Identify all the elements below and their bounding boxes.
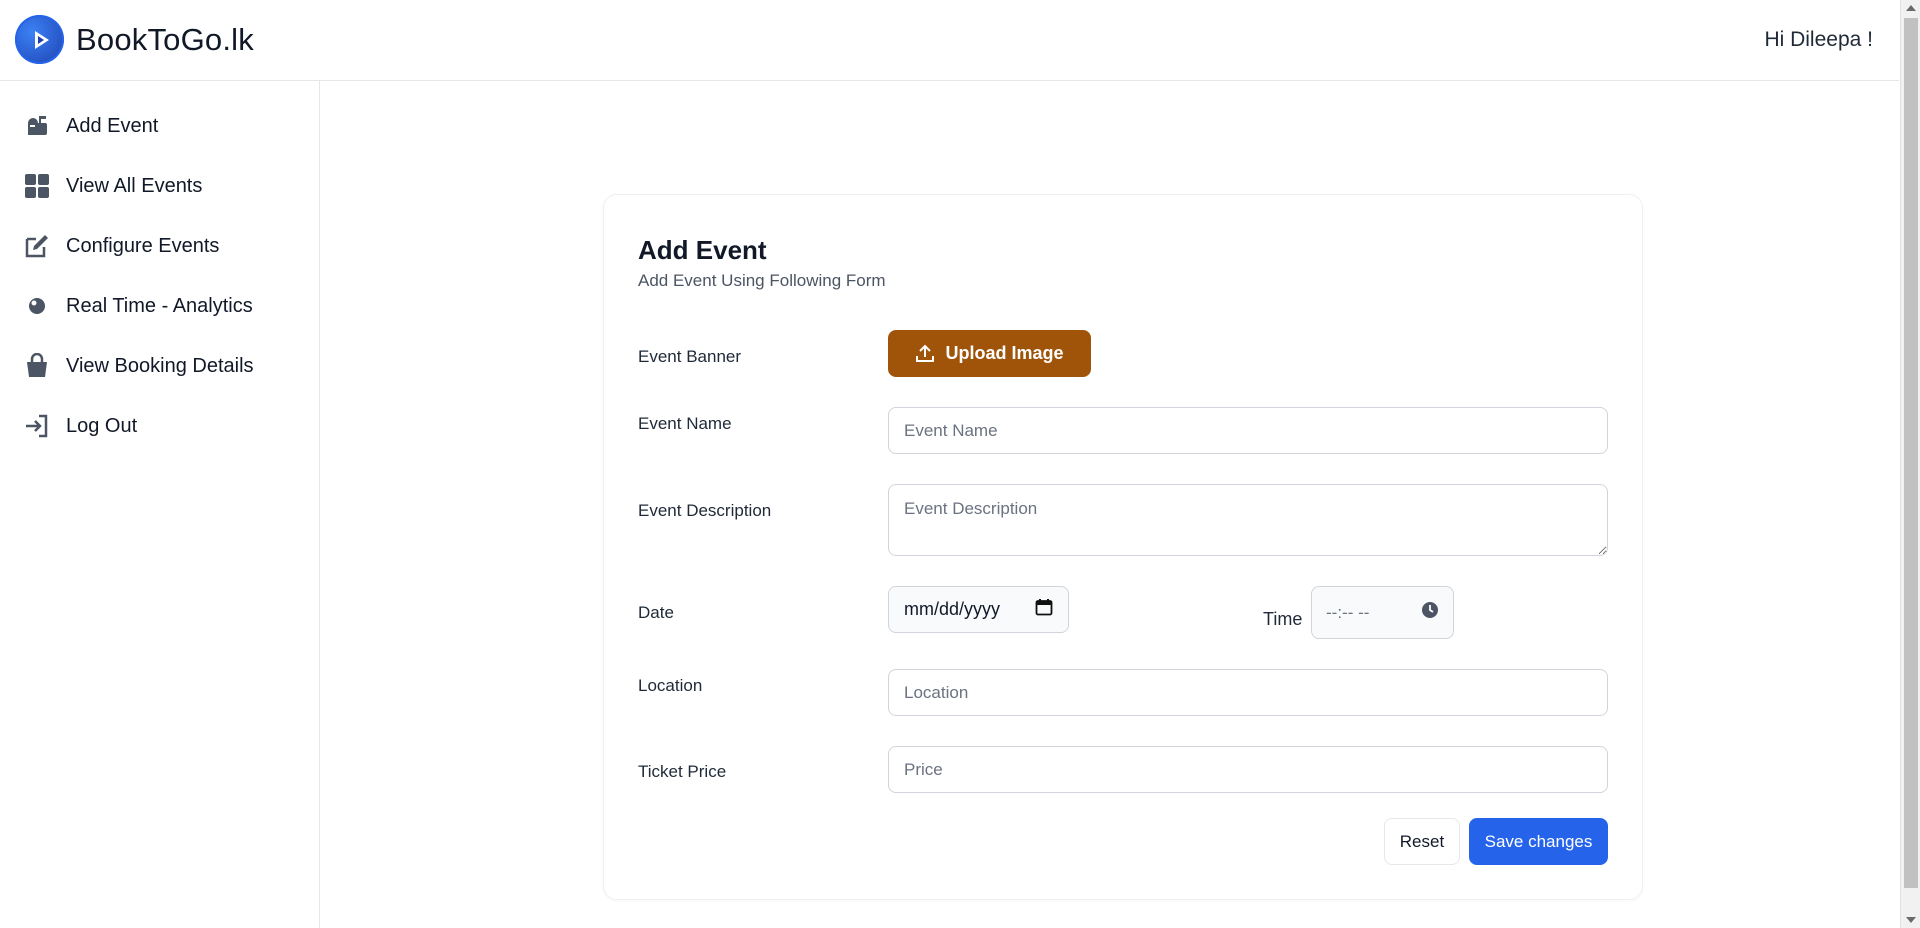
sidebar: Add Event View All Events Configure Even…	[0, 81, 320, 928]
time-value: --:-- --	[1326, 602, 1370, 622]
analytics-icon	[24, 293, 50, 319]
date-input[interactable]: mm/dd/yyyy	[888, 586, 1069, 633]
time-input[interactable]: --:-- --	[1311, 586, 1454, 639]
scroll-down-arrow-icon[interactable]	[1906, 917, 1916, 923]
add-event-card: Add Event Add Event Using Following Form…	[603, 194, 1643, 900]
date-label: Date	[638, 603, 674, 622]
time-label: Time	[1263, 609, 1303, 629]
logout-icon	[24, 413, 50, 439]
brand-name: BookToGo.lk	[76, 21, 254, 57]
reset-button[interactable]: Reset	[1384, 818, 1460, 865]
ticket-price-label: Ticket Price	[638, 762, 727, 781]
calendar-icon[interactable]	[1035, 598, 1053, 621]
event-banner-label: Event Banner	[638, 347, 742, 366]
event-description-input[interactable]	[888, 484, 1608, 556]
mailbox-icon	[24, 113, 50, 139]
location-input[interactable]	[888, 669, 1608, 716]
edit-icon	[24, 233, 50, 259]
top-header: BookToGo.lk Hi Dileepa !	[0, 0, 1899, 81]
event-name-label: Event Name	[638, 414, 732, 433]
scroll-thumb[interactable]	[1904, 18, 1918, 888]
sidebar-item-label: Add Event	[66, 114, 159, 137]
bag-icon	[24, 353, 50, 379]
sidebar-item-analytics[interactable]: Real Time - Analytics	[24, 290, 253, 322]
clock-icon[interactable]	[1421, 601, 1439, 624]
sidebar-item-label: Configure Events	[66, 234, 220, 257]
grid-icon	[24, 173, 50, 199]
ticket-price-input[interactable]	[888, 746, 1608, 793]
user-greeting: Hi Dileepa !	[1764, 28, 1873, 51]
page-title: Add Event	[638, 235, 767, 265]
sidebar-item-label: View Booking Details	[66, 354, 254, 377]
sidebar-item-log-out[interactable]: Log Out	[24, 410, 137, 442]
sidebar-item-view-all-events[interactable]: View All Events	[24, 170, 202, 202]
upload-button-label: Upload Image	[945, 343, 1064, 363]
event-name-input[interactable]	[888, 407, 1608, 454]
date-value: mm/dd/yyyy	[904, 599, 1001, 619]
sidebar-item-label: Log Out	[66, 414, 138, 437]
sidebar-item-add-event[interactable]: Add Event	[24, 110, 158, 142]
brand[interactable]: BookToGo.lk	[15, 15, 254, 64]
upload-image-button[interactable]: Upload Image	[888, 330, 1091, 377]
sidebar-item-view-booking-details[interactable]: View Booking Details	[24, 350, 254, 382]
save-changes-button[interactable]: Save changes	[1469, 818, 1608, 865]
upload-icon	[915, 344, 935, 364]
scroll-up-arrow-icon[interactable]	[1906, 5, 1916, 11]
sidebar-item-configure-events[interactable]: Configure Events	[24, 230, 219, 262]
page-scrollbar[interactable]	[1900, 0, 1920, 928]
location-label: Location	[638, 676, 703, 695]
sidebar-item-label: Real Time - Analytics	[66, 294, 253, 317]
event-description-label: Event Description	[638, 501, 772, 520]
page-subtitle: Add Event Using Following Form	[638, 271, 886, 290]
sidebar-item-label: View All Events	[66, 174, 203, 197]
logo-play-icon	[15, 15, 64, 64]
